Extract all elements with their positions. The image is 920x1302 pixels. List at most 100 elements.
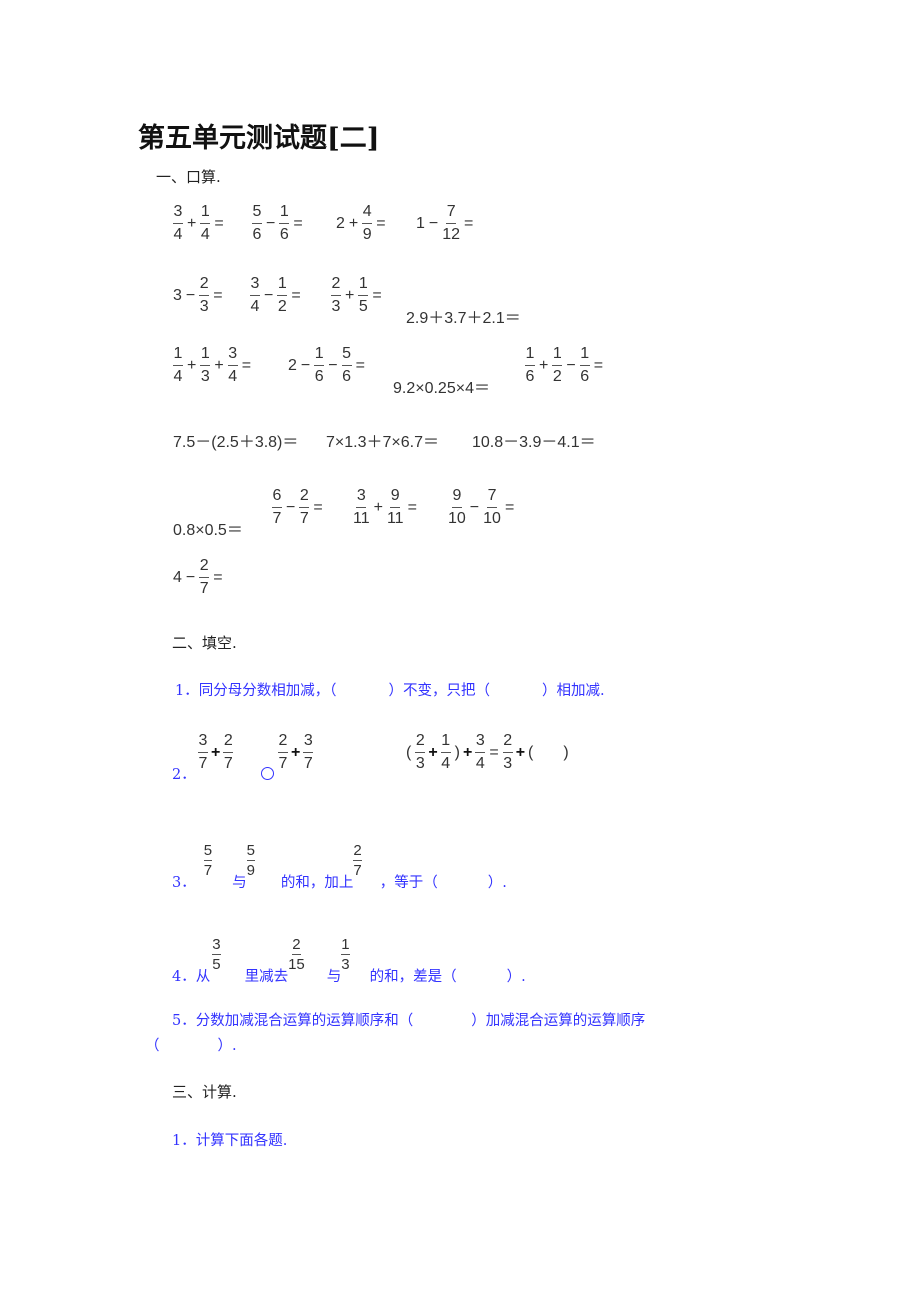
numerator: 6 (272, 488, 282, 508)
fill-question-5-line1: 5．分数加减混合运算的运算顺序和（ ）加减混合运算的运算顺序 (172, 1013, 646, 1029)
numerator: 2 (502, 733, 513, 753)
numerator: 1 (173, 346, 183, 366)
operator: + (345, 286, 355, 304)
oral-calc-item: 3−2 3 = (171, 276, 225, 315)
oral-calc-item: 3 11 +9 11 = (351, 488, 419, 527)
fraction: 14 (440, 733, 451, 772)
q2-left-expression: 3 7 +2 7 (196, 733, 235, 772)
operator: = (376, 214, 386, 232)
denominator: 4 (200, 226, 210, 243)
oral-calc-item: 3 4−1 2 = (248, 276, 303, 315)
fraction: 27 (223, 733, 234, 772)
numerator: 1 (279, 204, 290, 224)
operator: + (187, 214, 197, 232)
operator: + (539, 356, 549, 374)
denominator: 4 (250, 298, 260, 315)
numerator: 3 (356, 488, 367, 508)
oral-calc-item: 3 4 +1 4 = (171, 204, 226, 243)
denominator: 11 (353, 510, 370, 527)
operator: = (504, 498, 515, 516)
numerator: 1 (277, 276, 288, 296)
fraction: 34 (250, 276, 260, 315)
operator: − (428, 214, 439, 232)
denominator: 12 (442, 226, 461, 243)
fraction: 23 (199, 276, 210, 315)
denominator: 6 (314, 368, 324, 385)
operator: ) (563, 743, 569, 761)
operator: = (407, 498, 417, 516)
page-title: 第五单元测试题[二] (138, 123, 380, 154)
fraction: 16 (525, 346, 535, 385)
section-3-heading: 三、计算. (172, 1083, 237, 1101)
fraction: 27 (199, 558, 210, 597)
oral-calc-item: 9.2×0.25×4＝ (391, 374, 492, 398)
fraction: 13 (200, 346, 211, 385)
operator: + (515, 743, 526, 761)
q2-right-expression: 2 7 +3 7 (276, 733, 315, 772)
numerator: 4 (362, 204, 373, 224)
question-text: ，等于（ (379, 875, 438, 891)
denominator: 4 (173, 368, 183, 385)
oral-calc-item: 2.9＋3.7＋2.1＝ (404, 304, 523, 328)
question-number: 1． (175, 683, 199, 699)
numerator: 1 (314, 346, 325, 366)
question-number: 3． (172, 875, 196, 891)
operator: − (266, 214, 276, 232)
fraction: 7 12 (442, 204, 460, 243)
expression-text: 7.5－(2.5＋3.8)＝ (173, 434, 299, 451)
oral-calc-item: 10.8－3.9－4.1＝ (470, 428, 598, 452)
fraction: 9 10 (448, 488, 466, 527)
fraction: 16 (279, 204, 290, 243)
operator: 3 (173, 286, 182, 304)
operator: ( (406, 743, 412, 761)
numerator: 2 (199, 276, 210, 296)
operator: − (566, 356, 576, 374)
denominator: 7 (303, 755, 313, 772)
expression-text: 0.8×0.5＝ (173, 522, 243, 539)
numerator: 1 (525, 346, 535, 366)
oral-calc-item: 6 7−2 7 = (270, 488, 325, 527)
numerator: 2 (331, 276, 341, 296)
numerator: 5 (341, 346, 352, 366)
operator: = (241, 356, 252, 374)
fraction: 3 11 (353, 488, 370, 527)
numerator: 1 (358, 276, 369, 296)
expression-text: 2.9＋3.7＋2.1＝ (406, 310, 521, 327)
numerator: 1 (552, 346, 563, 366)
fraction: 23 (331, 276, 341, 315)
denominator: 7 (223, 755, 233, 772)
operator: 2 (336, 214, 345, 232)
operator: = (293, 214, 303, 232)
fraction: 27 (353, 842, 362, 879)
denominator: 7 (299, 510, 309, 527)
numerator: 2 (299, 488, 310, 508)
numerator: 3 (250, 276, 260, 296)
compare-circle-blank[interactable] (261, 765, 274, 784)
fraction: 16 (314, 346, 325, 385)
q2-associative-equation: (2 3 +1 4) +3 4 = 2 3 +() (404, 733, 571, 772)
fraction: 27 (278, 733, 288, 772)
denominator: 3 (331, 298, 341, 315)
numerator: 2 (223, 733, 234, 753)
fraction: 37 (303, 733, 314, 772)
operator: − (286, 498, 296, 516)
operator: = (313, 498, 323, 516)
fraction: 34 (227, 346, 238, 385)
operator: = (291, 286, 301, 304)
oral-calc-item: 1−7 12 = (414, 204, 475, 243)
question-text: ）. (487, 875, 507, 891)
numerator: 1 (200, 204, 211, 224)
denominator: 4 (475, 755, 485, 772)
fraction: 37 (198, 733, 208, 772)
denominator: 10 (483, 510, 501, 527)
numerator: 5 (252, 204, 262, 224)
numerator: 3 (173, 204, 183, 224)
operator: − (185, 568, 196, 586)
operator: + (463, 743, 473, 761)
denominator: 4 (173, 226, 183, 243)
fraction: 16 (579, 346, 590, 385)
operator: 1 (416, 214, 425, 232)
denominator: 6 (342, 368, 352, 385)
question-text: 的和，差是（ (369, 969, 457, 985)
oral-calc-item: 5 6−1 6 = (250, 204, 305, 243)
